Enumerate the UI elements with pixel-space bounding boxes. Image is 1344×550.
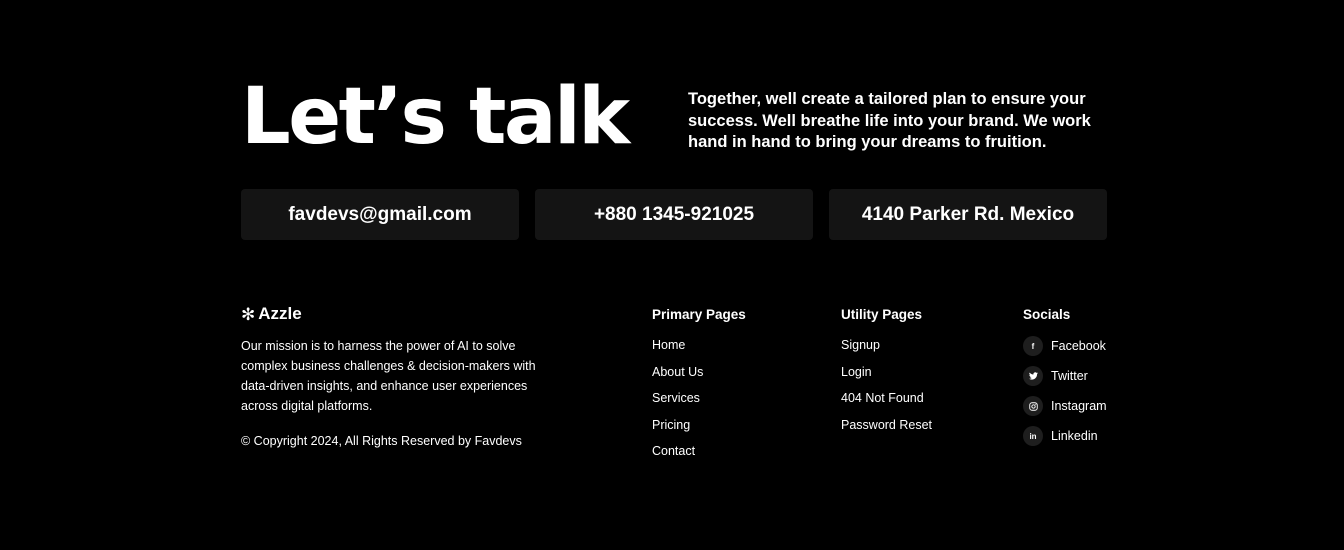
link-about-us[interactable]: About Us bbox=[652, 365, 746, 392]
mission-text: Our mission is to harness the power of A… bbox=[241, 339, 536, 413]
facebook-icon: f bbox=[1023, 336, 1043, 356]
copyright-text: © Copyright 2024, All Rights Reserved by… bbox=[241, 434, 522, 448]
link-contact[interactable]: Contact bbox=[652, 444, 746, 471]
hero-description: Together, well create a tailored plan to… bbox=[688, 90, 1091, 151]
link-pricing[interactable]: Pricing bbox=[652, 418, 746, 445]
social-instagram[interactable]: Instagram bbox=[1023, 391, 1107, 421]
twitter-icon bbox=[1023, 366, 1043, 386]
link-404[interactable]: 404 Not Found bbox=[841, 391, 932, 418]
address-card[interactable]: 4140 Parker Rd. Mexico bbox=[829, 189, 1107, 240]
brand-name: Azzle bbox=[258, 304, 302, 323]
social-label: Facebook bbox=[1051, 339, 1106, 353]
utility-pages-column: Utility Pages Signup Login 404 Not Found… bbox=[841, 307, 932, 444]
social-linkedin[interactable]: in Linkedin bbox=[1023, 421, 1107, 451]
link-services[interactable]: Services bbox=[652, 391, 746, 418]
hero-title: Let’s talk bbox=[241, 72, 630, 162]
socials-column: Socials f Facebook Twitter Instagram in … bbox=[1023, 307, 1107, 451]
contact-cards: favdevs@gmail.com +880 1345-921025 4140 … bbox=[241, 189, 1107, 240]
link-password-reset[interactable]: Password Reset bbox=[841, 418, 932, 445]
social-label: Instagram bbox=[1051, 399, 1107, 413]
brand-logo[interactable]: ✻ Azzle bbox=[241, 304, 302, 324]
linkedin-icon: in bbox=[1023, 426, 1043, 446]
phone-card[interactable]: +880 1345-921025 bbox=[535, 189, 813, 240]
link-home[interactable]: Home bbox=[652, 338, 746, 365]
utility-pages-title: Utility Pages bbox=[841, 307, 923, 322]
instagram-icon bbox=[1023, 396, 1043, 416]
social-facebook[interactable]: f Facebook bbox=[1023, 331, 1107, 361]
email-card[interactable]: favdevs@gmail.com bbox=[241, 189, 519, 240]
primary-pages-title: Primary Pages bbox=[652, 307, 746, 322]
social-twitter[interactable]: Twitter bbox=[1023, 361, 1107, 391]
link-signup[interactable]: Signup bbox=[841, 338, 932, 365]
socials-title: Socials bbox=[1023, 307, 1071, 322]
link-login[interactable]: Login bbox=[841, 365, 932, 392]
social-label: Linkedin bbox=[1051, 429, 1098, 443]
primary-pages-column: Primary Pages Home About Us Services Pri… bbox=[652, 307, 746, 471]
social-label: Twitter bbox=[1051, 369, 1088, 383]
asterisk-logo-icon: ✻ bbox=[241, 304, 256, 324]
